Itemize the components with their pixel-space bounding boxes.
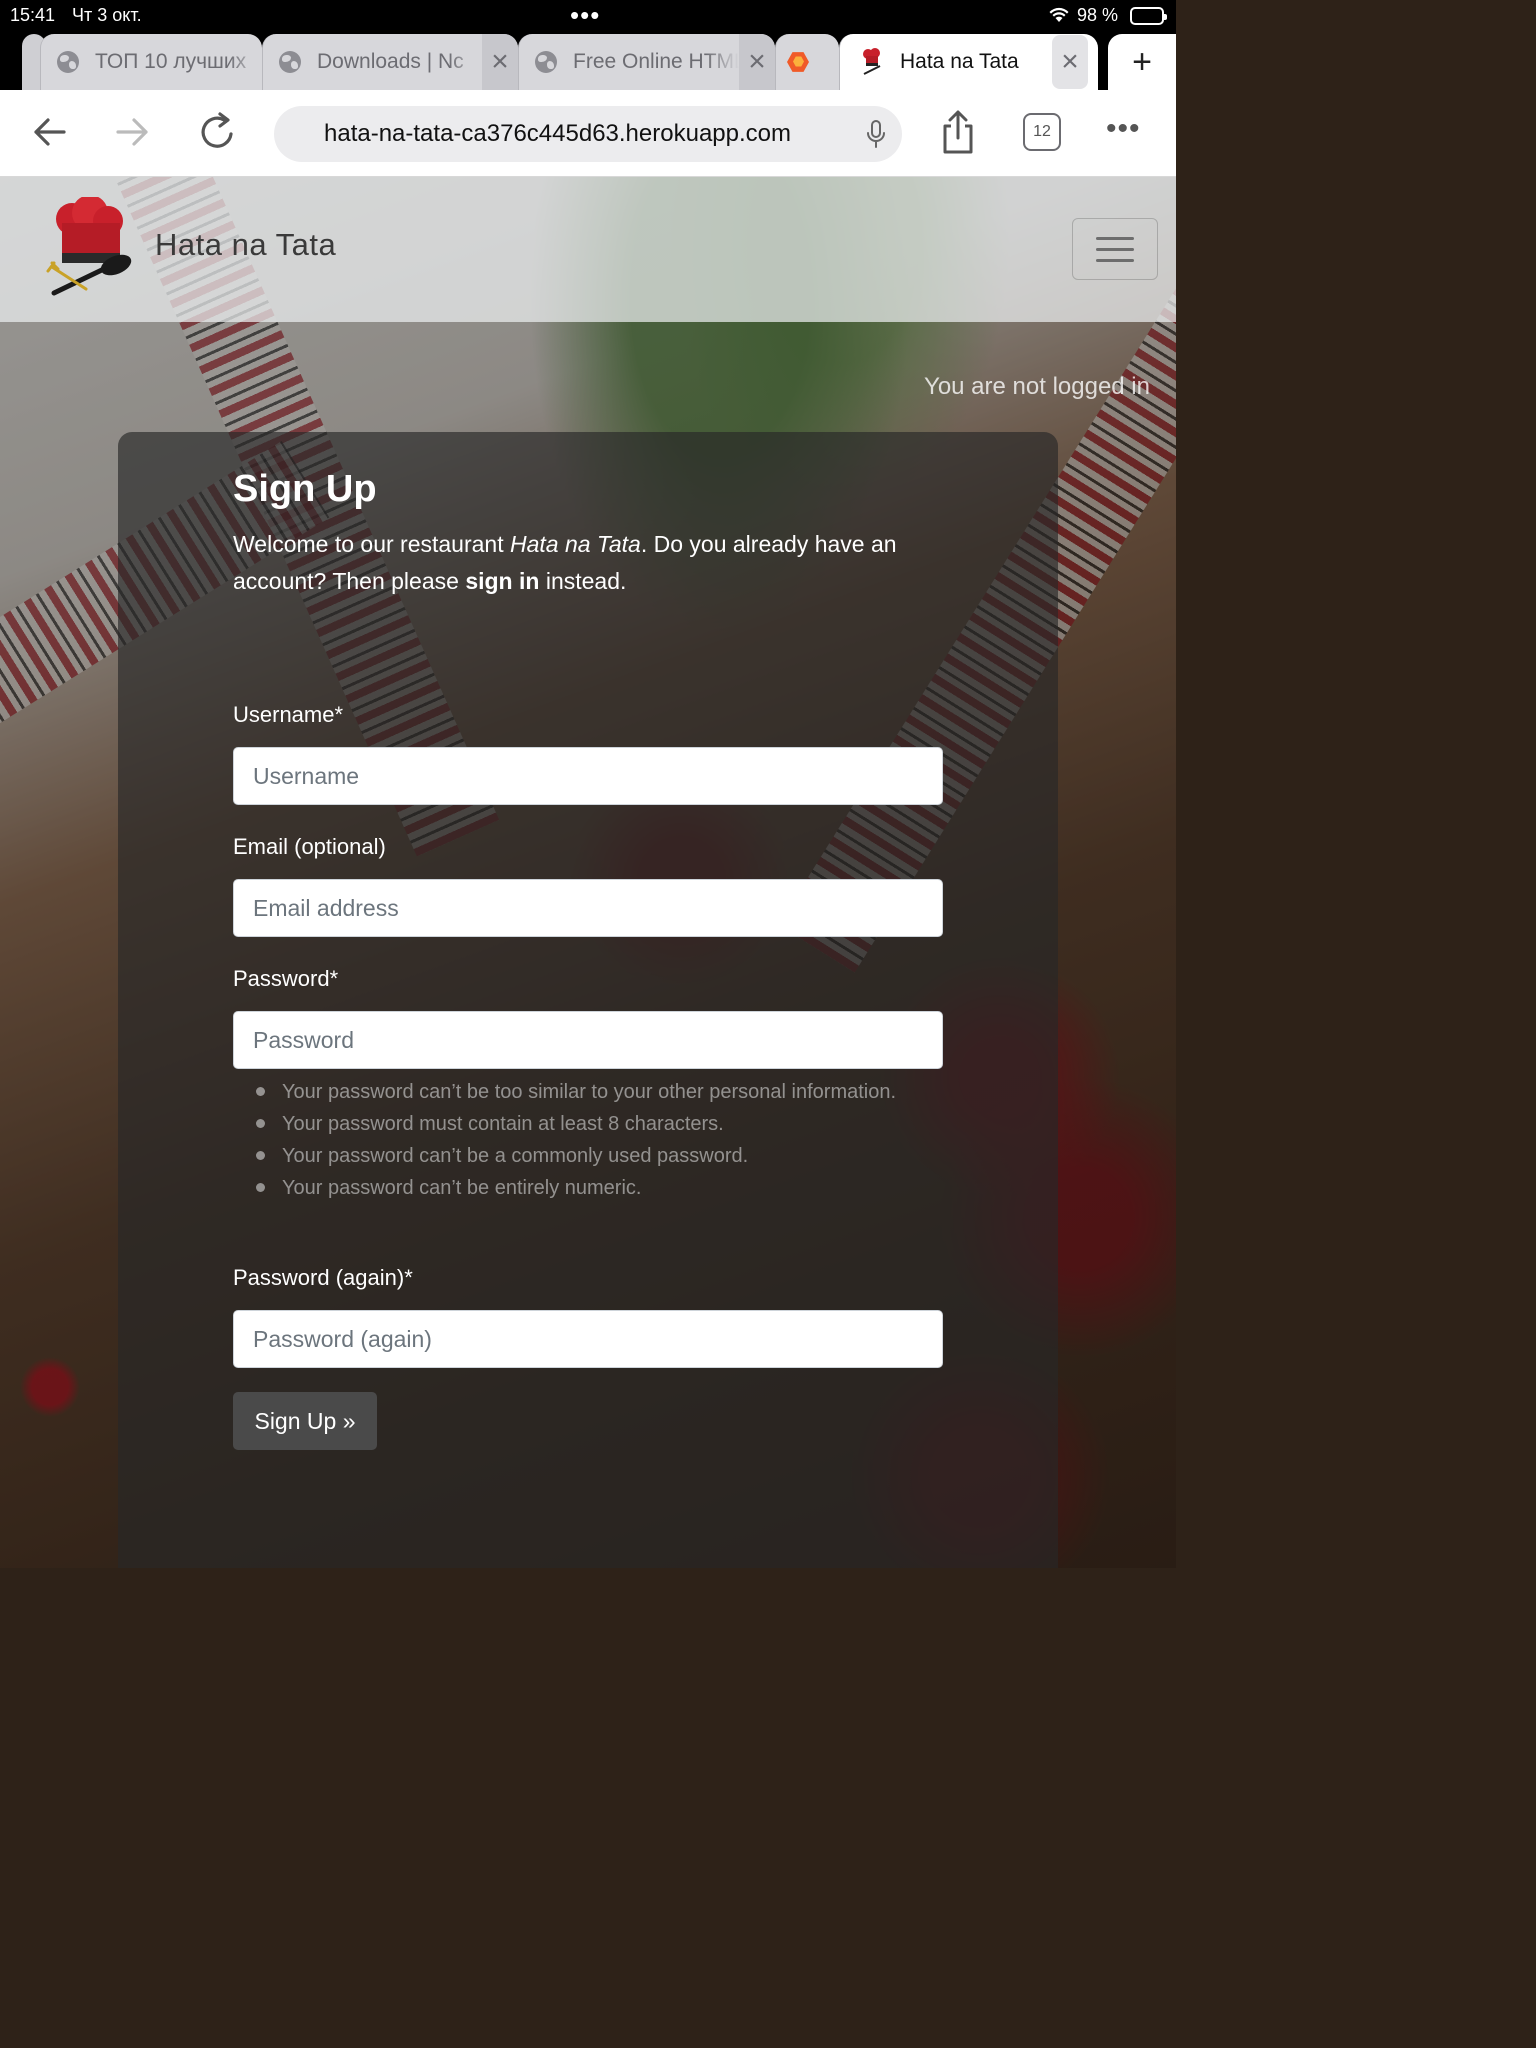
chef-hat-logo-icon[interactable] xyxy=(46,195,138,297)
sign-in-link[interactable]: sign in xyxy=(465,568,539,594)
password-help-item: Your password can’t be entirely numeric. xyxy=(233,1172,943,1204)
username-label: Username* xyxy=(233,702,344,727)
battery-percent: 98 % xyxy=(1077,5,1119,25)
close-tab-icon[interactable]: × xyxy=(739,34,775,90)
forward-arrow-icon[interactable] xyxy=(114,110,152,159)
tab-free-online-html[interactable]: Free Online HTML × xyxy=(518,34,775,90)
tabs-overview-button[interactable]: 12 xyxy=(1023,113,1061,151)
email-label: Email (optional) xyxy=(233,834,386,859)
new-tab-button[interactable]: + xyxy=(1108,34,1176,90)
globe-icon xyxy=(57,51,79,73)
tab-hexagon-site[interactable] xyxy=(775,34,839,90)
username-input[interactable] xyxy=(233,747,943,805)
tab-title: Downloads | Nc xyxy=(317,50,464,73)
signup-card: Sign Up Welcome to our restaurant Hata n… xyxy=(118,432,1058,1568)
share-icon[interactable] xyxy=(940,108,976,161)
microphone-icon[interactable] xyxy=(866,119,886,154)
more-options-icon[interactable]: ••• xyxy=(1106,112,1141,146)
hamburger-line xyxy=(1096,236,1134,240)
close-tab-icon[interactable]: × xyxy=(1052,35,1088,89)
hamburger-line xyxy=(1096,258,1134,262)
restaurant-name: Hata na Tata xyxy=(509,531,641,557)
password-help-list: Your password can’t be too similar to yo… xyxy=(233,1076,943,1204)
password-help-item: Your password can’t be a commonly used p… xyxy=(233,1140,943,1172)
tab-strip: ТОП 10 лучших Downloads | Nc × Free Onli… xyxy=(0,32,1176,90)
hamburger-line xyxy=(1096,247,1134,251)
globe-icon xyxy=(279,51,301,73)
site-brand[interactable]: Hata na Tata xyxy=(155,227,336,263)
status-date: Чт 3 окт. xyxy=(72,5,142,25)
globe-icon xyxy=(535,51,557,73)
page-title: Sign Up xyxy=(233,468,377,510)
sign-up-button[interactable]: Sign Up » xyxy=(233,1392,377,1450)
status-bar: 15:41 Чт 3 окт. ••• 98 % xyxy=(0,0,1176,32)
tab-hata-na-tata[interactable]: Hata na Tata × xyxy=(839,34,1098,90)
browser-toolbar: hata-na-tata-ca376c445d63.herokuapp.com … xyxy=(0,90,1176,177)
tab-title: Free Online HTML xyxy=(573,50,739,73)
signup-intro: Welcome to our restaurant Hata na Tata. … xyxy=(233,526,933,600)
password-input[interactable] xyxy=(233,1011,943,1069)
battery-icon xyxy=(1130,7,1167,25)
web-page: Hata na Tata You are not logged in Sign … xyxy=(0,177,1176,1568)
url-text[interactable]: hata-na-tata-ca376c445d63.herokuapp.com xyxy=(324,120,791,148)
chef-hat-favicon-icon xyxy=(860,48,884,76)
back-arrow-icon[interactable] xyxy=(30,110,68,159)
password-help-item: Your password can’t be too similar to yo… xyxy=(233,1076,943,1108)
password-help-item: Your password must contain at least 8 ch… xyxy=(233,1108,943,1140)
intro-text: Welcome to our restaurant xyxy=(233,531,510,557)
menu-toggle-button[interactable] xyxy=(1072,218,1158,280)
reload-icon[interactable] xyxy=(198,110,238,159)
site-navbar: Hata na Tata xyxy=(0,177,1176,322)
password-label: Password* xyxy=(233,966,339,991)
address-bar[interactable]: hata-na-tata-ca376c445d63.herokuapp.com xyxy=(274,106,902,162)
multitasking-dots-icon[interactable]: ••• xyxy=(570,0,600,31)
hexagon-favicon-icon xyxy=(786,50,810,74)
tab-title: Hata na Tata xyxy=(900,50,1019,73)
login-status: You are not logged in xyxy=(924,373,1150,400)
password-again-input[interactable] xyxy=(233,1310,943,1368)
password-again-label: Password (again)* xyxy=(233,1265,413,1290)
intro-text: instead. xyxy=(539,568,627,594)
wifi-icon xyxy=(1048,6,1070,28)
tab-title: ТОП 10 лучших xyxy=(95,50,247,73)
close-tab-icon[interactable]: × xyxy=(482,34,518,90)
email-input[interactable] xyxy=(233,879,943,937)
tab-top10[interactable]: ТОП 10 лучших xyxy=(40,34,262,90)
status-time: 15:41 xyxy=(10,5,56,25)
tab-downloads[interactable]: Downloads | Nc × xyxy=(262,34,518,90)
